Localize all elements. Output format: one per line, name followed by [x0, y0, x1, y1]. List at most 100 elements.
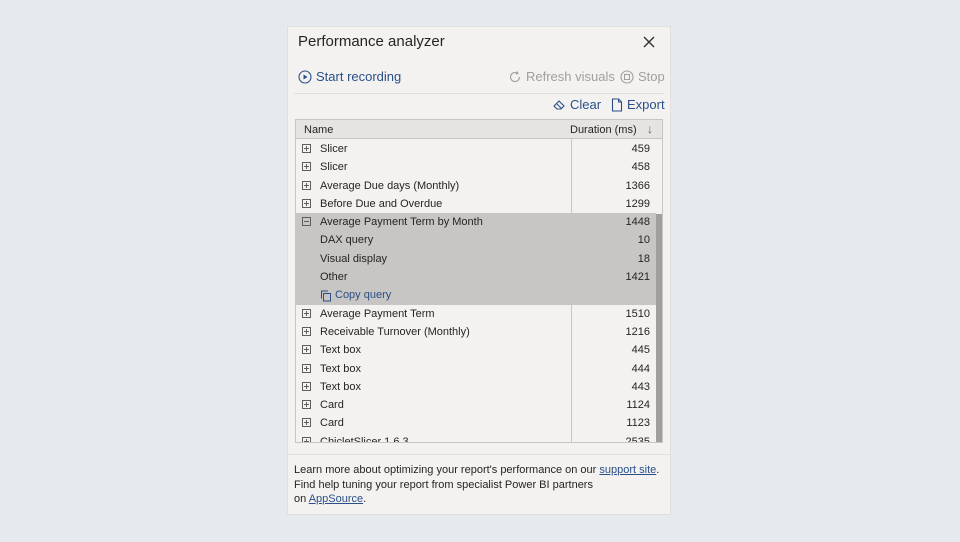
expand-icon[interactable]	[302, 308, 311, 318]
subrow-name: Visual display	[320, 252, 388, 265]
table-row[interactable]: Average Due days (Monthly) 1366	[296, 177, 656, 195]
footer-period: .	[363, 493, 367, 505]
footer-line-2: Find help tuning your report from specia…	[294, 478, 593, 491]
expand-icon[interactable]	[302, 381, 311, 391]
table-row[interactable]: Average Payment Term 1510	[296, 305, 656, 323]
table-subrow: DAX query 10	[296, 231, 656, 250]
toolbar-divider	[294, 93, 664, 94]
footer-text: on	[294, 493, 309, 505]
table-row-selected[interactable]: Average Payment Term by Month 1448	[296, 213, 656, 232]
row-duration: 1299	[625, 197, 650, 210]
stop-label: Stop	[638, 69, 665, 84]
subrow-duration: 10	[637, 234, 650, 247]
row-duration: 1510	[625, 307, 650, 320]
row-duration: 1124	[626, 399, 650, 412]
row-name: Text box	[320, 362, 361, 375]
start-recording-label: Start recording	[316, 69, 402, 84]
copy-query-label: Copy query	[335, 289, 392, 302]
start-recording-button[interactable]: Start recording	[298, 69, 401, 84]
support-site-link[interactable]: support site	[599, 464, 656, 476]
table-subrow: Visual display 18	[296, 249, 656, 269]
expand-icon[interactable]	[302, 436, 311, 442]
table-row[interactable]: Text box 444	[296, 360, 656, 378]
table-row[interactable]: Card 1123	[296, 414, 656, 432]
refresh-visuals-label: Refresh visuals	[526, 69, 615, 84]
subrow-duration: 1421	[625, 271, 650, 284]
table-row[interactable]: Slicer 459	[296, 140, 656, 158]
sort-descending-icon[interactable]: ↓	[647, 122, 653, 136]
refresh-visuals-button[interactable]: Refresh visuals	[508, 69, 615, 84]
copy-query-row: Copy query	[296, 286, 656, 305]
copy-query-link[interactable]: Copy query	[320, 286, 391, 304]
table-body: Slicer 459 Slicer 458 Average Due days (…	[296, 140, 656, 443]
row-duration: 443	[631, 380, 650, 393]
row-duration: 458	[631, 161, 650, 174]
table-subrow: Other 1421	[296, 268, 656, 287]
table-row[interactable]: ChicletSlicer 1.6.3 2535	[296, 433, 656, 443]
footer-help-text: Learn more about optimizing your report'…	[294, 463, 664, 507]
footer-divider	[288, 454, 670, 455]
expand-icon[interactable]	[302, 198, 311, 208]
export-button[interactable]: Export	[611, 97, 665, 112]
row-duration: 459	[631, 143, 650, 155]
collapse-icon[interactable]	[302, 217, 311, 227]
row-name: Card	[320, 399, 344, 412]
row-name: Average Due days (Monthly)	[320, 179, 460, 192]
stop-button[interactable]: Stop	[620, 69, 665, 84]
row-name: Slicer	[320, 161, 348, 174]
expand-icon[interactable]	[302, 345, 311, 355]
column-header-duration[interactable]: Duration (ms)	[570, 124, 637, 136]
eraser-icon	[552, 98, 566, 112]
table-header: Name Duration (ms) ↓	[296, 120, 662, 139]
stop-icon	[620, 69, 634, 84]
table-row[interactable]: Card 1124	[296, 396, 656, 414]
clear-label: Clear	[570, 97, 602, 112]
row-name: Before Due and Overdue	[320, 197, 443, 210]
expand-icon[interactable]	[302, 363, 311, 373]
footer-period: .	[656, 464, 660, 476]
table-row[interactable]: Text box 443	[296, 378, 656, 396]
row-name: Card	[320, 417, 344, 430]
expand-icon[interactable]	[302, 326, 311, 336]
appsource-link[interactable]: AppSource	[309, 493, 363, 505]
subrow-name: DAX query	[320, 234, 374, 247]
subrow-name: Other	[320, 271, 348, 284]
close-icon[interactable]	[640, 33, 658, 51]
row-name: Text box	[320, 380, 361, 393]
row-duration: 445	[631, 344, 650, 357]
row-duration: 1366	[625, 179, 650, 192]
table-row[interactable]: Receivable Turnover (Monthly) 1216	[296, 323, 656, 341]
subrow-duration: 18	[637, 252, 650, 265]
row-duration: 1216	[625, 325, 650, 338]
row-name: Average Payment Term by Month	[320, 216, 483, 229]
row-duration: 444	[631, 362, 650, 375]
expand-icon[interactable]	[302, 400, 311, 410]
row-name: Average Payment Term	[320, 307, 435, 320]
footer-line-3: on AppSource.	[294, 492, 664, 507]
expand-icon[interactable]	[302, 180, 311, 190]
export-label: Export	[627, 97, 665, 112]
vertical-scrollbar[interactable]	[656, 140, 662, 442]
performance-table: Name Duration (ms) ↓ Slicer 459 Slicer 4…	[295, 119, 663, 443]
table-row[interactable]: Before Due and Overdue 1299	[296, 195, 656, 213]
clear-button[interactable]: Clear	[552, 97, 601, 112]
footer-line-1: Learn more about optimizing your report'…	[294, 463, 664, 478]
expand-icon[interactable]	[302, 144, 311, 153]
row-name: Slicer	[320, 143, 348, 155]
performance-analyzer-panel: Performance analyzer Start recording Ref…	[287, 26, 671, 515]
row-duration: 2535	[625, 435, 650, 443]
panel-title: Performance analyzer	[298, 33, 445, 50]
export-document-icon	[611, 97, 623, 112]
actions-bar: Clear Export	[298, 97, 665, 117]
table-row[interactable]: Slicer 458	[296, 158, 656, 176]
record-icon	[298, 69, 312, 84]
column-header-name[interactable]: Name	[304, 124, 333, 136]
toolbar: Start recording Refresh visuals Stop	[298, 69, 665, 89]
footer-text: Learn more about optimizing your report'…	[294, 464, 600, 476]
expand-icon[interactable]	[302, 418, 311, 428]
table-row[interactable]: Text box 445	[296, 341, 656, 359]
scrollbar-thumb[interactable]	[656, 214, 662, 442]
copy-icon	[320, 290, 332, 302]
row-name: Text box	[320, 344, 361, 357]
expand-icon[interactable]	[302, 162, 311, 172]
